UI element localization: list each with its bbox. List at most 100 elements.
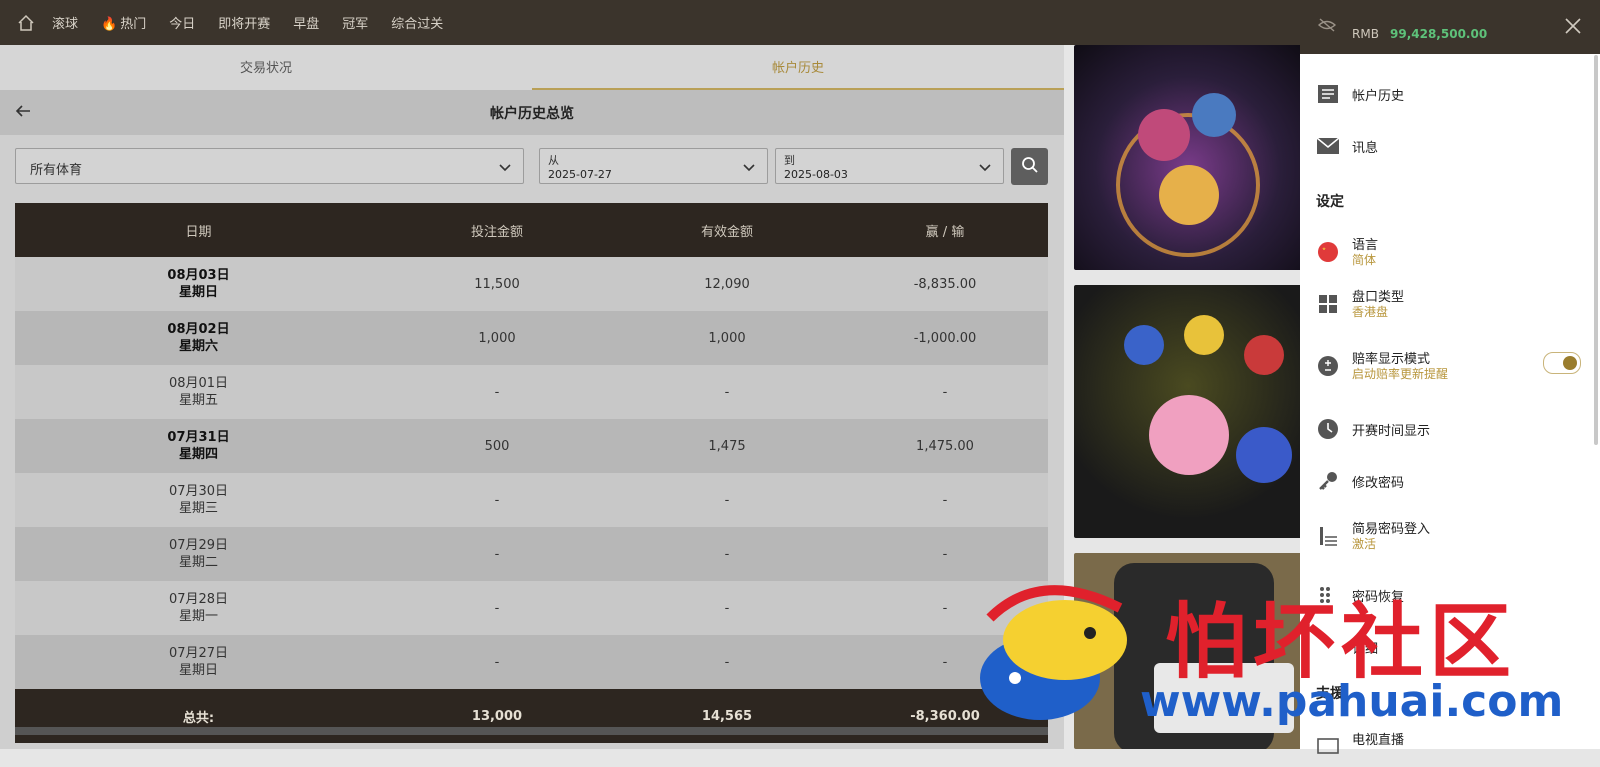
row-winloss: 1,475.00 [842,419,1048,473]
date-to-label: 到 [784,154,795,167]
date-text: 07月31日 [167,430,230,445]
table-row[interactable]: 08月03日 星期日 11,500 12,090 -8,835.00 [15,257,1048,311]
nav-item-upcoming[interactable]: 即将开赛 [218,13,270,32]
envelope-icon [1316,134,1340,158]
panel-header: RMB 99,428,500.00 [1300,0,1600,54]
panel-item-odds-type-value: 香港盘 [1352,305,1389,319]
main-content: 交易状况 帐户历史 帐户历史总览 所有体育 从 2025-07-27 到 202… [0,45,1064,749]
row-bet: - [382,473,612,527]
panel-item-easy-login[interactable]: 简易密码登入 激活 [1300,516,1580,556]
tv-icon [1316,735,1340,759]
row-bet: - [382,581,612,635]
bottom-strip [15,727,1048,735]
toggle-knob [1563,356,1577,370]
row-bet: 500 [382,419,612,473]
weekday-text: 星期一 [178,609,218,624]
table-row: 07月27日 星期日 - - - [15,635,1048,689]
eye-hidden-icon[interactable] [1317,17,1337,37]
date-text: 07月27日 [168,646,229,661]
nav-item-live[interactable]: 滚球 [52,13,78,32]
panel-item-kickoff-label: 开赛时间显示 [1352,424,1431,439]
weekday-text: 星期六 [178,339,218,354]
table-header-row: 日期 投注金额 有效金额 赢 / 输 [15,203,1048,257]
key-icon [1316,469,1340,493]
col-bet: 投注金额 [382,203,612,257]
date-from-select[interactable]: 从 2025-07-27 [539,148,768,184]
row-date: 07月28日 星期一 [15,581,382,635]
date-to-value: 2025-08-03 [784,168,848,181]
panel-item-messages[interactable]: 讯息 [1300,126,1580,166]
nav-item-hot[interactable]: 🔥 热门 [101,13,146,32]
table-row[interactable]: 07月31日 星期四 500 1,475 1,475.00 [15,419,1048,473]
col-date: 日期 [15,203,382,257]
search-icon [1021,156,1039,178]
row-valid: 1,475 [612,419,842,473]
row-valid: 1,000 [612,311,842,365]
tab-account-history[interactable]: 帐户历史 [532,45,1064,90]
filters: 所有体育 从 2025-07-27 到 2025-08-03 [0,135,1064,201]
chevron-down-icon [743,161,755,176]
date-from-label: 从 [548,154,559,167]
currency-label: RMB [1352,27,1379,41]
home-icon[interactable] [0,14,52,32]
sport-select-value: 所有体育 [30,163,83,178]
panel-item-odds-mode-value: 启动赔率更新提醒 [1352,367,1449,381]
row-valid: 12,090 [612,257,842,311]
panel-item-tv[interactable]: 电视直播 [1300,727,1580,767]
panel-item-odds-type[interactable]: 盘口类型 香港盘 [1300,284,1580,324]
nav-item-early[interactable]: 早盘 [293,13,319,32]
close-icon[interactable] [1564,17,1582,39]
easy-login-icon [1316,524,1340,548]
fish-logo [970,578,1140,732]
panel-item-language[interactable]: 语言 简体 [1300,232,1580,272]
table-row[interactable]: 08月02日 星期六 1,000 1,000 -1,000.00 [15,311,1048,365]
panel-item-kickoff[interactable]: 开赛时间显示 [1300,409,1580,449]
table-row: 07月30日 星期三 - - - [15,473,1048,527]
row-date: 08月03日 星期日 [15,257,382,311]
row-bet: - [382,635,612,689]
plus-minus-icon [1316,354,1340,378]
panel-item-odds-mode[interactable]: 赔率显示模式 启动赔率更新提醒 [1300,346,1600,386]
row-valid: - [612,473,842,527]
date-from-value: 2025-07-27 [548,168,612,181]
date-text: 07月29日 [168,538,229,553]
row-date: 08月02日 星期六 [15,311,382,365]
back-arrow-icon[interactable] [14,102,32,124]
nav-item-today[interactable]: 今日 [169,13,195,32]
weekday-text: 星期日 [178,663,218,678]
col-winloss: 赢 / 输 [842,203,1048,257]
nav-item-outright[interactable]: 冠军 [342,13,368,32]
search-button[interactable] [1011,148,1048,185]
page-title: 帐户历史总览 [490,105,574,122]
row-valid: - [612,365,842,419]
panel-item-history[interactable]: 帐户历史 [1300,74,1580,114]
history-icon [1316,82,1340,106]
row-winloss: -8,835.00 [842,257,1048,311]
panel-scrollbar[interactable] [1594,55,1598,445]
china-flag-icon [1316,240,1340,264]
tabs: 交易状况 帐户历史 [0,45,1064,90]
date-text: 08月03日 [167,268,230,283]
history-table: 日期 投注金额 有效金额 赢 / 输 08月03日 星期日 11,500 12,0… [15,203,1048,743]
chevron-down-icon [499,161,511,176]
date-to-select[interactable]: 到 2025-08-03 [775,148,1004,184]
date-text: 07月28日 [168,592,229,607]
sport-select[interactable]: 所有体育 [15,148,524,184]
nav-item-parlay[interactable]: 综合过关 [391,13,443,32]
col-valid: 有效金额 [612,203,842,257]
panel-item-messages-label: 讯息 [1352,141,1379,156]
panel-item-easy-login-value: 激活 [1352,537,1377,551]
promo-banner-esports[interactable] [1074,45,1302,270]
chevron-down-icon [979,161,991,176]
row-date: 07月31日 星期四 [15,419,382,473]
tab-transactions[interactable]: 交易状况 [0,45,532,90]
weekday-text: 星期五 [178,393,218,408]
row-date: 07月30日 星期三 [15,473,382,527]
panel-item-change-password-label: 修改密码 [1352,476,1405,491]
panel-item-change-password[interactable]: 修改密码 [1300,461,1580,501]
grid-icon [1316,292,1340,316]
fire-icon: 🔥 [101,17,118,32]
settings-section-title: 设定 [1316,194,1344,210]
promo-banner-sports[interactable] [1074,285,1302,538]
odds-mode-toggle[interactable] [1543,352,1581,374]
